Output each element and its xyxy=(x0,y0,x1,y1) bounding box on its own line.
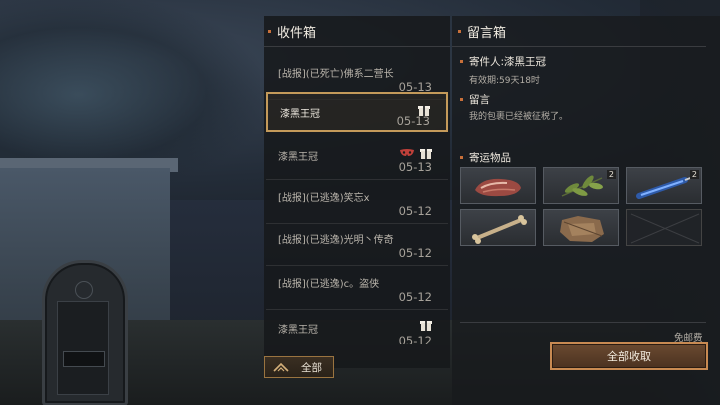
item-slot-bone[interactable] xyxy=(460,209,536,246)
items-title: 寄运物品 xyxy=(469,152,511,164)
filter-all-label: 全部 xyxy=(301,361,322,374)
field-marker xyxy=(460,98,463,101)
title-marker xyxy=(458,30,461,33)
mail-date: 05-13 xyxy=(396,114,430,128)
note-row: 留言 xyxy=(460,92,490,107)
mail-subject: 漆黑王冠 xyxy=(278,325,318,336)
list-item[interactable]: [战报](已逃逸)笑忘x 05-12 xyxy=(266,180,448,224)
gift-icon xyxy=(420,147,432,159)
chevron-up-icon xyxy=(273,362,289,372)
list-item[interactable]: 漆黑王冠 05-12 xyxy=(266,310,448,344)
item-quantity: 2 xyxy=(689,170,699,179)
note-title: 留言 xyxy=(469,94,490,106)
divider xyxy=(460,322,706,323)
mail-date: 05-12 xyxy=(398,290,432,304)
field-marker xyxy=(460,156,463,159)
mailbox-door xyxy=(57,301,109,395)
mail-subject: 漆黑王冠 xyxy=(280,109,320,120)
empty-slot-cross xyxy=(630,213,700,244)
mask-icon xyxy=(400,149,414,156)
field-marker xyxy=(460,60,463,63)
claim-all-button[interactable]: 全部收取 xyxy=(550,342,708,370)
item-slot-empty xyxy=(626,209,702,246)
sender-row: 寄件人:漆黑王冠 xyxy=(460,54,546,69)
filter-all-button[interactable]: 全部 xyxy=(264,356,334,378)
raw-meat-icon xyxy=(475,178,521,197)
list-item[interactable]: [战报](已逃逸)c。盗侠 05-12 xyxy=(266,266,448,310)
mail-subject: [战报](已逃逸)笑忘x xyxy=(278,193,370,204)
inbox-title-text: 收件箱 xyxy=(277,26,317,41)
divider xyxy=(452,46,706,47)
sender-label: 寄件人:漆黑王冠 xyxy=(469,56,547,68)
item-slot-raw-meat[interactable] xyxy=(460,167,536,204)
mailbox-slot xyxy=(63,351,105,367)
mail-subject: [战报](已死亡)佛系二营长 xyxy=(278,69,394,80)
animal-hide-icon xyxy=(560,216,604,242)
mail-date: 05-12 xyxy=(398,204,432,218)
mail-subject: 漆黑王冠 xyxy=(278,152,318,163)
item-quantity: 2 xyxy=(606,170,616,179)
bone-icon xyxy=(472,215,527,244)
message-panel: 留言箱 寄件人:漆黑王冠 有效期:59天18时 留言 我的包裹已经被征税了。 寄… xyxy=(452,16,720,405)
mail-date: 05-12 xyxy=(398,334,432,344)
note-text: 我的包裹已经被征税了。 xyxy=(469,112,569,122)
inbox-panel: 收件箱 [战报](已死亡)佛系二营长 05-13 漆黑王冠 05-13 漆黑王冠… xyxy=(264,16,450,368)
message-title: 留言箱 xyxy=(458,22,506,41)
mailbox-emblem xyxy=(75,281,93,299)
gift-icon xyxy=(420,319,432,331)
message-title-text: 留言箱 xyxy=(467,26,507,41)
validity-text: 有效期:59天18时 xyxy=(469,76,540,86)
mail-subject: [战报](已逃逸)c。盗侠 xyxy=(278,279,380,290)
item-slot-herb[interactable]: 2 xyxy=(543,167,619,204)
list-item[interactable]: 漆黑王冠 05-13 xyxy=(266,136,448,180)
list-item[interactable]: [战报](已逃逸)光明丶传奇 05-12 xyxy=(266,222,448,266)
mail-date: 05-13 xyxy=(398,160,432,174)
divider xyxy=(264,46,450,47)
title-marker xyxy=(268,30,271,33)
list-item[interactable]: [战报](已死亡)佛系二营长 05-13 xyxy=(266,56,448,100)
item-slot-hide[interactable] xyxy=(543,209,619,246)
list-item-selected[interactable]: 漆黑王冠 05-13 xyxy=(266,92,448,132)
items-row: 寄运物品 xyxy=(460,150,511,165)
mailbox xyxy=(42,260,128,405)
mail-subject: [战报](已逃逸)光明丶传奇 xyxy=(278,235,394,246)
mail-date: 05-12 xyxy=(398,246,432,260)
item-slot-syringe[interactable]: 2 xyxy=(626,167,702,204)
inbox-title: 收件箱 xyxy=(268,22,316,41)
